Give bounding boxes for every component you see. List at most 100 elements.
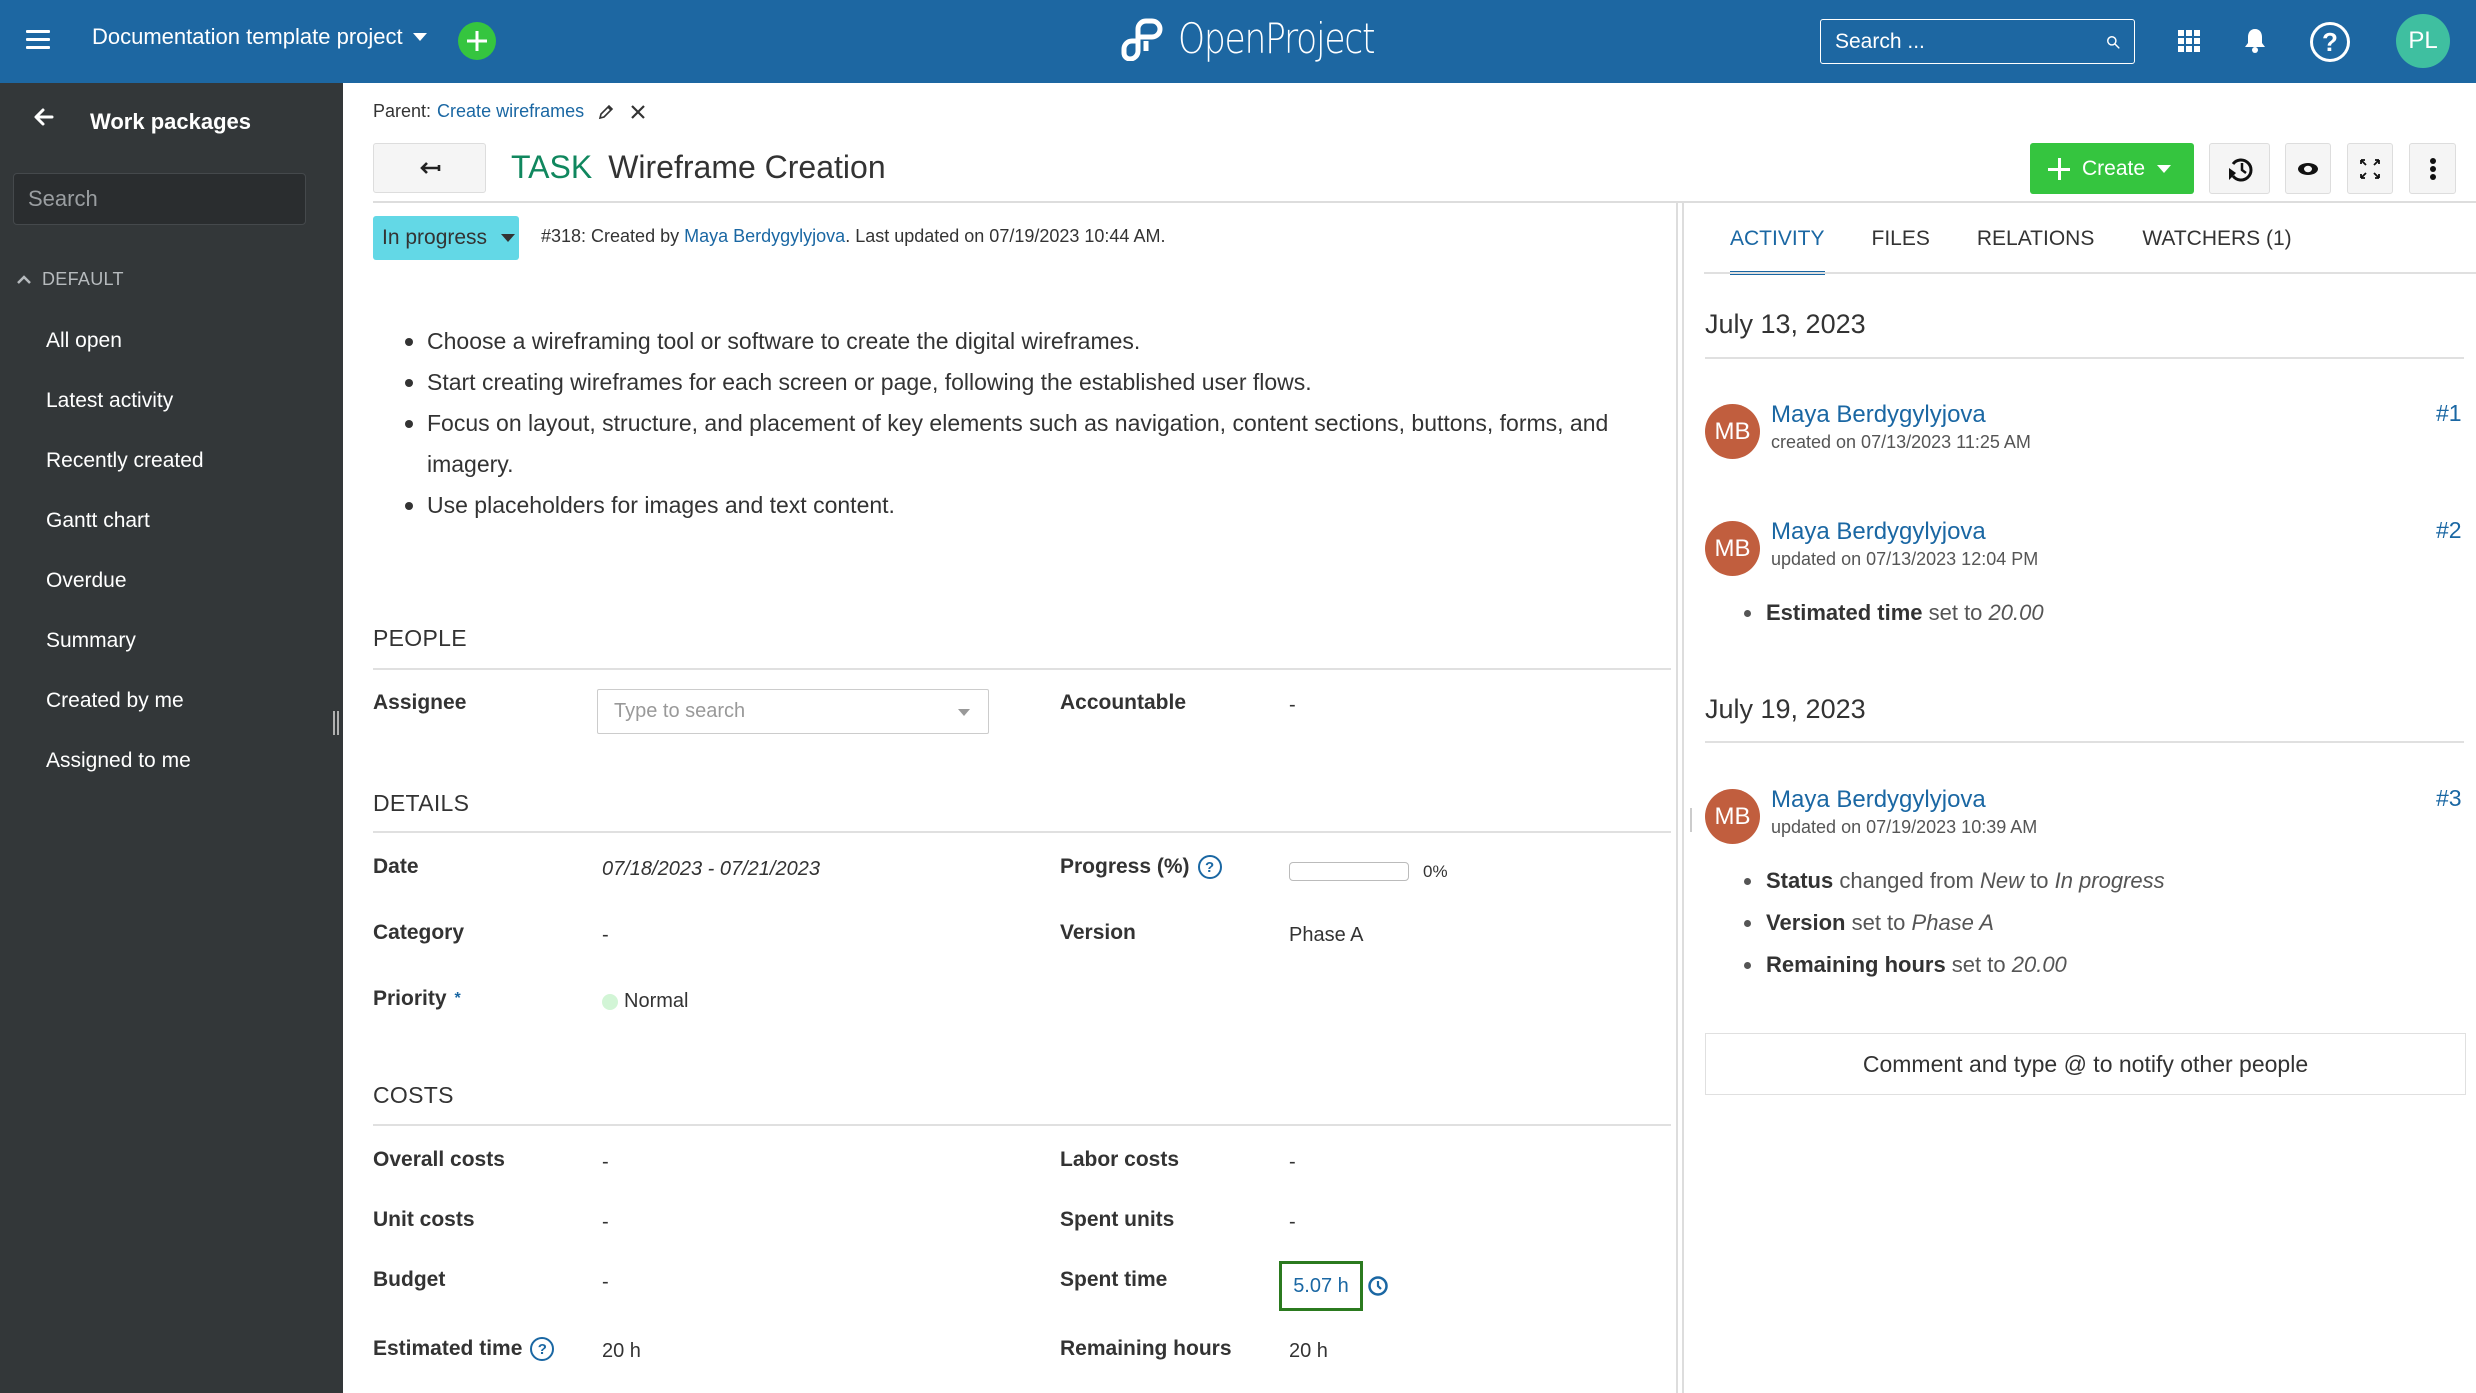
expand-icon	[2360, 158, 2380, 179]
top-header: Documentation template project OpenProje…	[0, 0, 2476, 83]
user-avatar[interactable]: PL	[2396, 14, 2450, 68]
activity-user-link[interactable]: Maya Berdygylyjova	[1771, 518, 1986, 546]
sidebar-item-gantt-chart[interactable]: Gantt chart	[46, 491, 204, 551]
estimated-time-label-wrap: Estimated time ?	[373, 1337, 555, 1361]
project-selector[interactable]: Documentation template project	[92, 24, 427, 50]
change-field: Status	[1766, 868, 1834, 893]
sidebar-item-recently-created[interactable]: Recently created	[46, 431, 204, 491]
accountable-value[interactable]: -	[1289, 694, 1296, 717]
menu-hamburger-icon[interactable]	[26, 30, 50, 50]
meta-prefix: #318: Created by	[541, 226, 685, 246]
plus-icon	[2048, 157, 2070, 180]
work-package-subject[interactable]: Wireframe Creation	[608, 149, 885, 186]
help-icon[interactable]: ?	[530, 1337, 555, 1361]
close-icon[interactable]	[630, 104, 646, 120]
notifications-bell-icon[interactable]	[2244, 27, 2266, 55]
tab-activity[interactable]: ACTIVITY	[1730, 215, 1825, 275]
drag-handle[interactable]	[1690, 808, 1693, 832]
parent-label: Parent:	[373, 101, 432, 121]
search-icon[interactable]	[2106, 31, 2120, 53]
comment-input[interactable]: Comment and type @ to notify other peopl…	[1705, 1033, 2466, 1095]
date-value[interactable]: 07/18/2023 - 07/21/2023	[602, 858, 820, 881]
sidebar-item-overdue[interactable]: Overdue	[46, 551, 204, 611]
tab-watchers[interactable]: WATCHERS (1)	[2142, 215, 2291, 275]
progress-bar[interactable]	[1289, 862, 1409, 881]
global-search-input[interactable]	[1835, 29, 2106, 54]
fullscreen-button[interactable]	[2347, 143, 2393, 194]
parent-link[interactable]: Create wireframes	[437, 101, 584, 122]
work-package-meta: #318: Created by Maya Berdygylyjova. Las…	[541, 226, 1165, 247]
spent-time-label: Spent time	[1060, 1268, 1168, 1291]
activity-date-divider	[1705, 741, 2464, 743]
sidebar-item-assigned-to-me[interactable]: Assigned to me	[46, 731, 204, 791]
author-link[interactable]: Maya Berdygylyjova	[684, 226, 845, 246]
sidebar-search-input[interactable]	[28, 186, 316, 212]
avatar[interactable]: MB	[1705, 789, 1760, 844]
meta-suffix: . Last updated on 07/19/2023 10:44 AM.	[845, 226, 1166, 246]
sidebar-item-latest-activity[interactable]: Latest activity	[46, 371, 204, 431]
activity-number-link[interactable]: #2	[2436, 517, 2462, 544]
log-time-clock-icon[interactable]	[1367, 1275, 1389, 1297]
priority-value: Normal	[624, 990, 689, 1012]
category-value[interactable]: -	[602, 924, 609, 947]
history-icon	[2228, 158, 2252, 181]
assignee-select[interactable]: Type to search	[597, 689, 989, 734]
tab-relations[interactable]: RELATIONS	[1977, 215, 2094, 275]
activity-user-link[interactable]: Maya Berdygylyjova	[1771, 401, 1986, 429]
budget-value[interactable]: -	[602, 1271, 609, 1294]
baseline-history-button[interactable]	[2209, 143, 2270, 194]
activity-changes: Estimated time set to 20.00	[1742, 592, 2044, 634]
help-icon[interactable]: ?	[1197, 855, 1222, 879]
description[interactable]: Choose a wireframing tool or software to…	[403, 321, 1663, 526]
modules-grid-icon[interactable]	[2178, 30, 2200, 52]
watch-button[interactable]	[2285, 143, 2331, 194]
pencil-icon[interactable]	[598, 104, 614, 120]
change-value: In progress	[2054, 868, 2165, 893]
caret-down-icon	[501, 234, 516, 242]
activity-user-link[interactable]: Maya Berdygylyjova	[1771, 786, 1986, 814]
change-field: Remaining hours	[1766, 952, 1946, 977]
spent-time-link[interactable]: 5.07 h	[1279, 1261, 1363, 1311]
activity-date-heading: July 19, 2023	[1705, 694, 1866, 724]
back-button[interactable]	[373, 143, 486, 193]
avatar[interactable]: MB	[1705, 404, 1760, 459]
create-button[interactable]: Create	[2030, 143, 2194, 194]
sidebar-back-link[interactable]: Work packages	[32, 105, 251, 134]
activity-number-link[interactable]: #1	[2436, 400, 2462, 427]
section-costs-title: COSTS	[373, 1082, 454, 1108]
change-value: 20.00	[2011, 952, 2067, 977]
description-item: Choose a wireframing tool or software to…	[403, 321, 1663, 362]
unit-costs-value: -	[602, 1211, 609, 1233]
change-value: 20.00	[1988, 600, 2044, 625]
chevron-up-icon	[17, 274, 31, 284]
priority-color-dot	[602, 993, 618, 1010]
sidebar-item-created-by-me[interactable]: Created by me	[46, 671, 204, 731]
sidebar-item-all-open[interactable]: All open	[46, 311, 204, 371]
change-field: Estimated time	[1766, 600, 1923, 625]
sidebar-item-summary[interactable]: Summary	[46, 611, 204, 671]
quick-add-button[interactable]	[458, 22, 496, 60]
sidebar-group-default[interactable]: DEFAULT	[16, 269, 124, 290]
avatar[interactable]: MB	[1705, 521, 1760, 576]
section-details-title: DETAILS	[373, 790, 470, 816]
global-search[interactable]	[1820, 19, 2135, 64]
spent-units-label: Spent units	[1060, 1208, 1175, 1231]
more-actions-button[interactable]	[2409, 143, 2456, 194]
sidebar-search[interactable]	[13, 173, 316, 225]
activity-number-link[interactable]: #3	[2436, 785, 2462, 812]
version-value[interactable]: Phase A	[1289, 924, 1364, 947]
arrow-left-icon[interactable]	[32, 105, 56, 129]
section-divider	[373, 831, 1671, 833]
tab-files[interactable]: FILES	[1872, 215, 1930, 275]
priority-value-wrap[interactable]: Normal	[602, 990, 688, 1013]
sidebar-group-label: DEFAULT	[42, 269, 124, 289]
estimated-time-value[interactable]: 20 h	[602, 1340, 641, 1363]
help-icon[interactable]: ?	[2310, 22, 2350, 62]
change-text: changed from	[1833, 868, 1980, 893]
openproject-logo[interactable]: OpenProject	[1118, 14, 1417, 63]
tabs-divider	[1704, 272, 2476, 274]
panel-divider-resize[interactable]	[1682, 203, 1684, 1393]
sidebar-resize-handle[interactable]	[333, 711, 339, 735]
status-dropdown[interactable]: In progress	[373, 216, 519, 260]
remaining-hours-value[interactable]: 20 h	[1289, 1340, 1328, 1363]
